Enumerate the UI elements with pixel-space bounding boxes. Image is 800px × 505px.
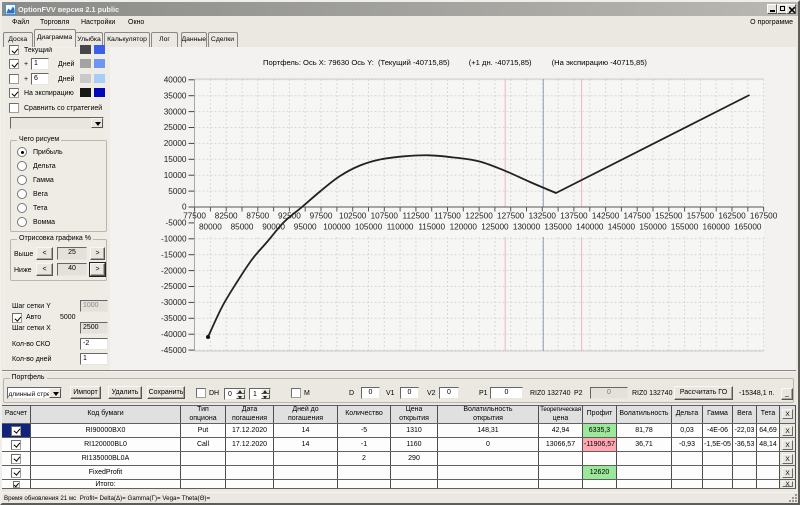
svg-text:85000: 85000 [231,222,254,231]
svg-text:110000: 110000 [387,222,414,231]
svg-text:5000: 5000 [168,187,187,196]
svg-text:162500: 162500 [718,211,746,220]
svg-text:117500: 117500 [434,211,461,220]
svg-text:15000: 15000 [164,155,187,164]
svg-text:105000: 105000 [355,222,383,231]
svg-text:87500: 87500 [246,211,269,220]
svg-text:135000: 135000 [544,222,572,231]
svg-text:112500: 112500 [403,211,430,220]
svg-text:145000: 145000 [608,222,636,231]
svg-text:137500: 137500 [560,211,588,220]
svg-text:155000: 155000 [671,222,699,231]
svg-text:150000: 150000 [639,222,667,231]
svg-text:140000: 140000 [576,222,604,231]
svg-text:102500: 102500 [339,211,367,220]
svg-text:147500: 147500 [624,211,652,220]
svg-text:25000: 25000 [164,123,187,132]
svg-text:115000: 115000 [418,222,445,231]
svg-text:125000: 125000 [481,222,509,231]
svg-text:10000: 10000 [164,171,187,180]
svg-text:-25000: -25000 [161,282,187,291]
svg-text:107500: 107500 [371,211,399,220]
svg-text:165000: 165000 [734,222,762,231]
svg-text:127500: 127500 [497,211,525,220]
svg-text:-35000: -35000 [161,314,187,323]
svg-text:130000: 130000 [513,222,541,231]
svg-text:95000: 95000 [294,222,317,231]
svg-text:30000: 30000 [164,107,187,116]
svg-text:132500: 132500 [529,211,557,220]
svg-text:152500: 152500 [655,211,683,220]
svg-text:40000: 40000 [164,75,187,84]
svg-text:160000: 160000 [703,222,731,231]
svg-text:120000: 120000 [450,222,478,231]
svg-text:100000: 100000 [323,222,351,231]
svg-text:97500: 97500 [310,211,333,220]
svg-text:80000: 80000 [199,222,222,231]
svg-text:20000: 20000 [164,139,187,148]
svg-text:157500: 157500 [687,211,715,220]
svg-text:35000: 35000 [164,91,187,100]
svg-text:77500: 77500 [183,211,206,220]
svg-text:-15000: -15000 [161,250,187,259]
svg-text:-10000: -10000 [161,234,187,243]
svg-text:122500: 122500 [465,211,493,220]
svg-text:82500: 82500 [215,211,238,220]
svg-text:-30000: -30000 [161,298,187,307]
svg-text:-40000: -40000 [161,330,187,339]
svg-text:-20000: -20000 [161,266,187,275]
svg-text:-45000: -45000 [161,346,187,355]
svg-text:142500: 142500 [592,211,620,220]
svg-text:167500: 167500 [750,211,778,220]
